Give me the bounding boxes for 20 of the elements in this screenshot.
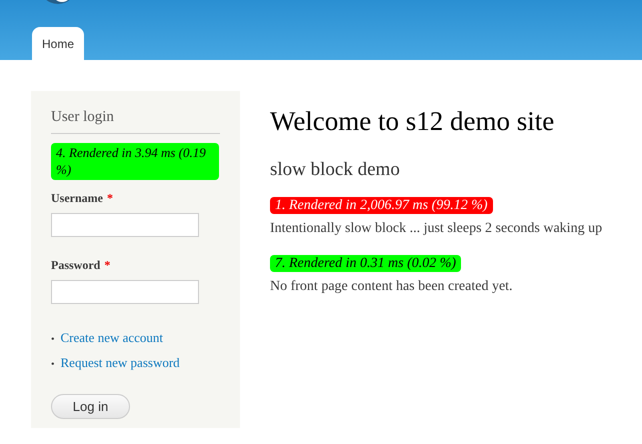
block-title: User login bbox=[51, 106, 220, 134]
input-field[interactable] bbox=[51, 213, 199, 238]
block-text: Intentionally slow block ... just sleeps 2 seconds waking up bbox=[270, 220, 602, 238]
block-title: slow block demo bbox=[270, 159, 401, 182]
block-text: No front page content has been created yet. bbox=[270, 278, 514, 296]
render-time-note: 7. Rendered in 0.31 ms (0.02 %) bbox=[270, 255, 462, 272]
required-mark: * bbox=[104, 258, 110, 272]
bullet: • bbox=[51, 358, 55, 370]
bullet: • bbox=[51, 334, 55, 346]
field-label: Password bbox=[51, 258, 100, 272]
page-title: Welcome to s12 demo site bbox=[270, 105, 556, 138]
login-button[interactable]: Log in bbox=[51, 394, 130, 420]
input-field[interactable] bbox=[51, 280, 199, 304]
required-mark: * bbox=[106, 191, 113, 206]
render-time-note: 4. Rendered in 3.94 ms (0.19 %) bbox=[51, 142, 219, 180]
render-time-note: 1. Rendered in 2,006.97 ms (99.12 %) bbox=[270, 197, 493, 214]
account-link[interactable]: Create new account bbox=[60, 330, 164, 346]
field-label: Username bbox=[51, 191, 103, 206]
home-tab[interactable]: Home bbox=[32, 27, 84, 60]
account-link[interactable]: Request new password bbox=[60, 354, 180, 370]
